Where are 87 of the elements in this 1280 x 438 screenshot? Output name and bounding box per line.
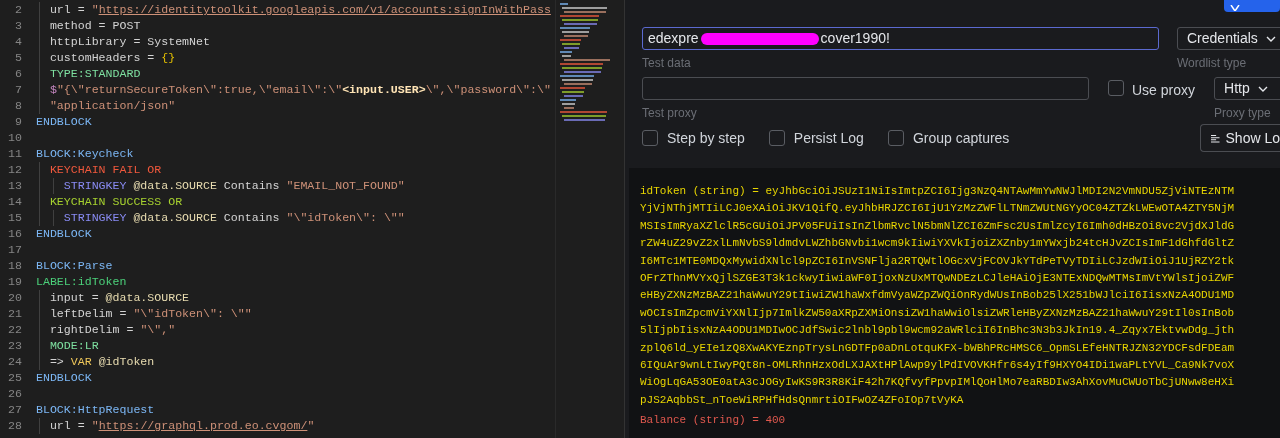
line-number: 4 xyxy=(14,34,23,51)
line-number: 9 xyxy=(14,114,23,131)
line-number: 2 xyxy=(14,2,23,19)
line-number: 28 xyxy=(7,418,23,435)
line-number: 13 xyxy=(7,178,23,195)
line-number: 8 xyxy=(14,98,23,115)
code-line: url = "https://identitytoolkit.googleapis.com/v1/accounts:signInWithPass xyxy=(48,2,551,18)
line-number: 3 xyxy=(14,18,23,35)
line-number: 10 xyxy=(7,130,23,147)
line-number: 14 xyxy=(7,194,23,211)
code-line: rightDelim = "\"," xyxy=(48,322,176,338)
output-line: rZW4uZ29vZ2xlLmNvbS9ldmdvLWZhbGNvbi1wcm9kIiwiYXVkIjoiZXZnby1mYWxjb24tcHJvZCIsImF1dGhfdGltZ xyxy=(640,236,1236,252)
show-log-button[interactable]: Show Lo xyxy=(1200,124,1280,152)
code-line: method = POST xyxy=(48,18,141,34)
checkbox[interactable] xyxy=(768,130,785,146)
code-line: leftDelim = "\"idToken\": \"" xyxy=(48,306,252,322)
output-line: idToken (string) = eyJhbGciOiJSUzI1NiIsImtpZCI6Ijg3NzQ4NTAwMmYwNWJlMDI2N2VmNDU5ZjViNTEzNTM xyxy=(640,184,1236,199)
field-label: Test data xyxy=(642,55,692,72)
line-number: 21 xyxy=(7,306,23,323)
checkbox-label[interactable]: Use proxy xyxy=(1132,80,1196,101)
output-line: OFrZThnMVYxQjlSZGE3T3k1ckwyIiwiaWF0IjoxNzUxMTQwNDEzLCJleHAiOjE3NTExNDQwMTMsImVtYWlsIjoiZWF xyxy=(640,271,1236,287)
line-number: 25 xyxy=(7,370,23,387)
output-line: 6IQuAr9wnLtIwyPQt8n-OMLRhnHzxOdLXJAXtHPlAwp9ylPdIVOVKHfr6s4yIf9HXYO4IDi1waPLtYVL_Ca9Nk7voX xyxy=(640,358,1236,374)
code-line: BLOCK:HttpRequest xyxy=(36,402,155,418)
field-label: Proxy type xyxy=(1214,105,1272,122)
line-number: 26 xyxy=(7,386,23,403)
line-number: 16 xyxy=(7,226,23,243)
test-data-field[interactable]: edexpre cover1990! xyxy=(642,27,1159,50)
checkbox-label[interactable]: Persist Log xyxy=(793,127,864,149)
checkbox-label[interactable]: Group captures xyxy=(912,127,1010,149)
code-line: "application/json" xyxy=(48,98,176,114)
code-line: BLOCK:Keycheck xyxy=(36,146,134,162)
code-line: ENDBLOCK xyxy=(36,370,92,386)
code-line: ENDBLOCK xyxy=(36,114,92,130)
line-number: 20 xyxy=(7,290,23,307)
list-icon xyxy=(1211,133,1220,143)
code-editor[interactable] xyxy=(0,0,555,438)
code-line: STRINGKEY @data.SOURCE Contains "\"idToken\": \"" xyxy=(62,210,405,226)
field-label: Test proxy xyxy=(642,105,698,122)
line-number: 17 xyxy=(7,242,23,259)
line-number: 7 xyxy=(14,82,23,99)
code-line: TYPE:STANDARD xyxy=(48,66,141,82)
test-proxy-field[interactable] xyxy=(642,77,1089,100)
code-line: customHeaders = {} xyxy=(48,50,176,66)
output-line: YjVjNThjMTIiLCJ0eXAiOiJKV1QifQ.eyJhbHRJZCI6IjU1YzMzZWFlLTNmZWUtNGYyOC04ZTZkLWEwOTA4ZTY5NjM xyxy=(640,201,1236,217)
output-line: 5lIjpbIisxNzA4ODU1MDIwOCJdfSwic2lnbl9pbl9wcm92aWRlciI6InBhc3N3b3JkIn19.4_Zqyx7EktvwDdg_jth xyxy=(640,323,1236,339)
code-line: ENDBLOCK xyxy=(36,226,92,242)
code-line: $"{\"returnSecureToken\":true,\"email\":\"<input.USER>\",\"password\":\" xyxy=(48,82,551,98)
output-line: zplQ6ld_yEIe1zQ8XwAKYEznpTrysLnGDTFp0aDnLotquKFX-bWBhPRcHMSC6_OpmSLEfeHNTRJZN32YDCFsdFDEam xyxy=(640,340,1236,356)
line-number: 11 xyxy=(7,146,23,163)
line-number: 19 xyxy=(7,274,23,291)
output-line: MSIsImRyaXZlclR5cGUiOiJPV05FUiIsInZlbmRvclN5bmNlZCI6ZmFsc2UsImlzcyI6Imh0dHBzOi8vc2VjdXJldG xyxy=(640,218,1236,234)
line-number: 12 xyxy=(7,162,23,179)
code-line: STRINGKEY @data.SOURCE Contains "EMAIL_NOT_FOUND" xyxy=(62,178,405,194)
output-line: eHByZXNzMzBAZ21haWwuY29tIiwiZW1haWxfdmVyaWZpZWQiOnRydWUsInBob25lX251bWJlciI6IisxNzA4ODU1MD xyxy=(640,288,1236,304)
code-line: url = "https://graphql.prod.eo.cvgom/" xyxy=(48,418,315,434)
line-number: 24 xyxy=(7,354,23,371)
proxy-type-dropdown[interactable]: Http xyxy=(1214,77,1280,100)
output-line: WiOgLqGA53OE0atA3cJOGyIwKS9R3R8KiF42h7KQfvyfPpvpIMlQoHlMo7eaRBDIw3AhXovMuCWUoTbCjUNww8eHXi xyxy=(640,375,1236,391)
error-output-line: Balance (string) = 400 xyxy=(640,413,787,429)
wordlist-type-dropdown[interactable]: Credentials xyxy=(1177,27,1280,50)
chevron-down-icon xyxy=(1257,85,1268,92)
code-line: => VAR @idToken xyxy=(48,354,155,370)
line-number: 23 xyxy=(7,338,23,355)
checkbox[interactable] xyxy=(887,130,904,146)
line-number: 22 xyxy=(7,322,23,339)
code-line: LABEL:idToken xyxy=(36,274,127,290)
code-line: input = @data.SOURCE xyxy=(48,290,190,306)
output-line: I6MTc1MTE0MDQxMywidXNlcl9pZCI6InVSNFlja2RTQWtlOGcxVjFCOVJkYTdPeTVyTDIiLCJzdWIiOiJ1UjRZY2tk xyxy=(640,253,1236,269)
output-line: wOCIsImZpcmViYXNlIjp7ImlkZW50aXRpZXMiOnsiZW1haWwiOlsiZWRleHByZXNzMzBAZ21haWwuY29tIl0sInBob xyxy=(640,305,1236,321)
line-number: 5 xyxy=(14,50,23,67)
code-line: KEYCHAIN FAIL OR xyxy=(48,162,162,178)
line-number: 27 xyxy=(7,402,23,419)
checkbox[interactable] xyxy=(642,130,658,146)
chevron-down-icon xyxy=(1265,35,1276,42)
checkbox[interactable] xyxy=(1108,80,1124,96)
debug-button[interactable] xyxy=(1224,0,1280,12)
checkbox-label[interactable]: Step by step xyxy=(667,127,745,149)
code-line: httpLibrary = SystemNet xyxy=(48,34,210,50)
field-label: Wordlist type xyxy=(1177,55,1248,72)
code-line: MODE:LR xyxy=(48,338,99,354)
code-line: BLOCK:Parse xyxy=(36,258,113,274)
line-number: 18 xyxy=(7,258,23,275)
code-line: KEYCHAIN SUCCESS OR xyxy=(48,194,183,210)
line-number: 6 xyxy=(14,66,23,83)
line-number: 15 xyxy=(7,210,23,227)
output-line: pJS2AqbbSt_nToeWiRPHfHdsQnmrtiOIFwOZ4ZFoIOp7tVyKA xyxy=(640,392,965,408)
